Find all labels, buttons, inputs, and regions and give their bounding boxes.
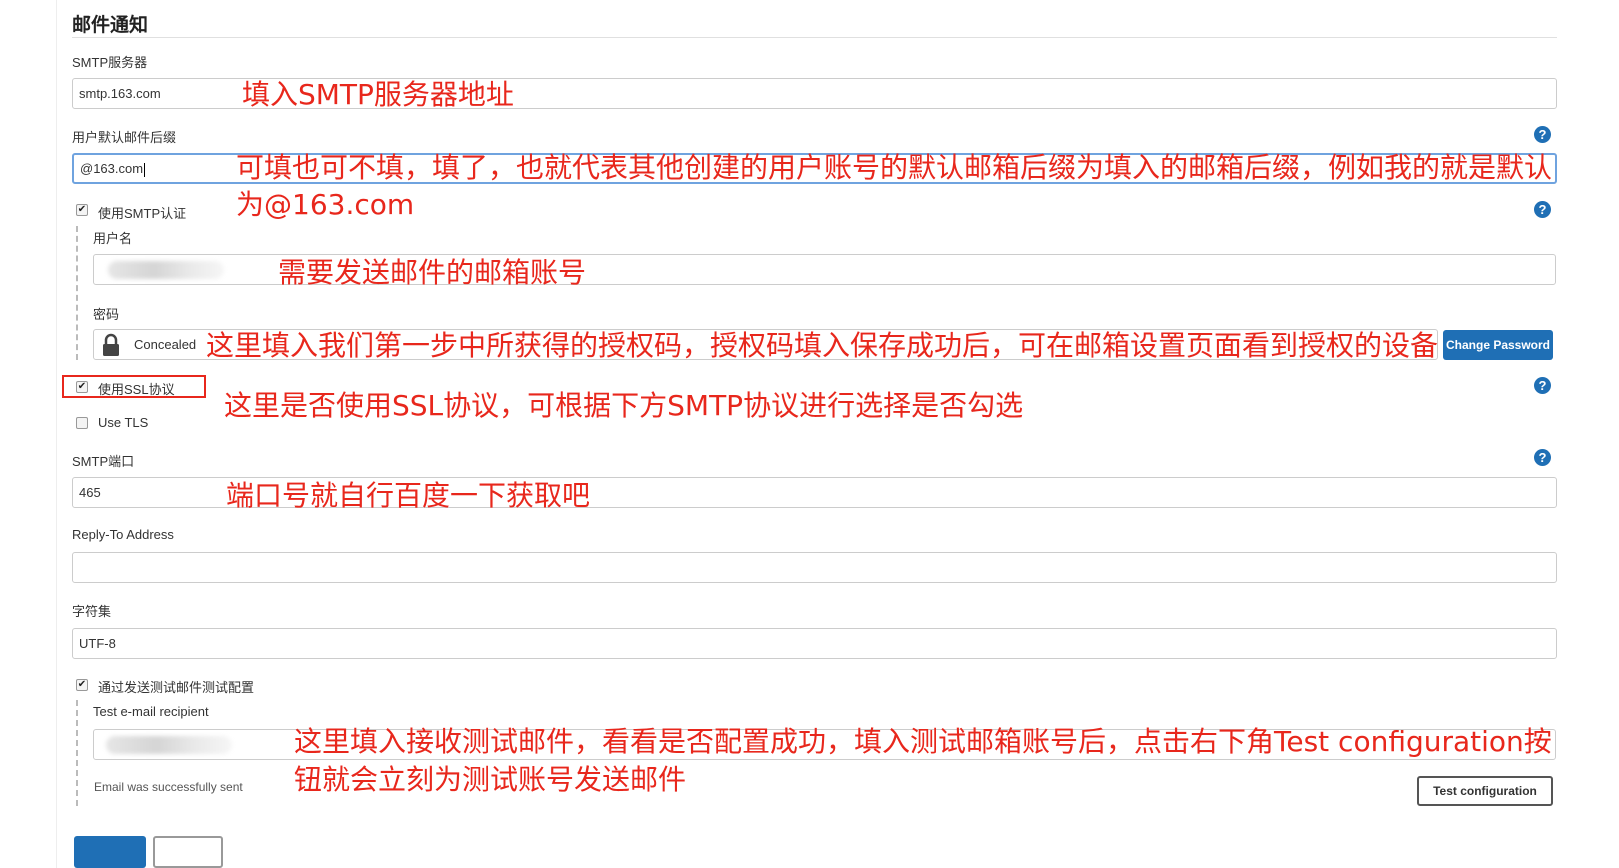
test-group-border bbox=[76, 700, 78, 806]
help-icon[interactable]: ? bbox=[1534, 377, 1551, 394]
ssl-checkbox[interactable]: ✔ bbox=[76, 381, 88, 393]
smtp-auth-label: 使用SMTP认证 bbox=[98, 206, 187, 221]
username-label: 用户名 bbox=[93, 231, 133, 246]
annotation-test-line2: 钮就会立刻为测试账号发送邮件 bbox=[294, 763, 687, 796]
annotation-smtp-server: 填入SMTP服务器地址 bbox=[242, 78, 514, 111]
save-button[interactable] bbox=[74, 836, 146, 868]
help-icon[interactable]: ? bbox=[1534, 449, 1551, 466]
smtp-server-label: SMTP服务器 bbox=[72, 55, 148, 70]
test-configuration-button[interactable]: Test configuration bbox=[1417, 776, 1553, 806]
smtp-port-value: 465 bbox=[79, 485, 101, 500]
redacted-recipient bbox=[106, 736, 232, 754]
test-recipient-label: Test e-mail recipient bbox=[93, 704, 209, 719]
default-suffix-value: @163.com bbox=[80, 161, 144, 176]
annotation-username: 需要发送邮件的邮箱账号 bbox=[278, 256, 587, 289]
ssl-label: 使用SSL协议 bbox=[98, 382, 175, 397]
tls-label: Use TLS bbox=[98, 415, 149, 430]
reply-to-label: Reply-To Address bbox=[72, 527, 174, 542]
annotation-suffix-line1: 可填也可不填，填了，也就代表其他创建的用户账号的默认邮箱后缀为填入的邮箱后缀，例… bbox=[236, 151, 1553, 184]
section-divider bbox=[72, 37, 1557, 38]
annotation-port: 端口号就自行百度一下获取吧 bbox=[226, 479, 591, 512]
section-title: 邮件通知 bbox=[72, 15, 149, 36]
redacted-username bbox=[108, 261, 224, 279]
annotation-password: 这里填入我们第一步中所获得的授权码，授权码填入保存成功后，可在邮箱设置页面看到授… bbox=[206, 329, 1439, 362]
charset-input[interactable]: UTF-8 bbox=[72, 628, 1557, 659]
annotation-suffix-line2: 为@163.com bbox=[236, 188, 415, 221]
help-icon[interactable]: ? bbox=[1534, 126, 1551, 143]
checkmark-icon: ✔ bbox=[77, 381, 87, 392]
annotation-test-line1: 这里填入接收测试邮件，看看是否配置成功，填入测试邮箱账号后，点击右下角Test … bbox=[294, 725, 1552, 758]
help-icon[interactable]: ? bbox=[1534, 201, 1551, 218]
charset-value: UTF-8 bbox=[79, 636, 116, 651]
lock-icon bbox=[100, 333, 122, 357]
charset-label: 字符集 bbox=[72, 604, 112, 619]
smtp-port-label: SMTP端口 bbox=[72, 454, 135, 469]
test-mail-label: 通过发送测试邮件测试配置 bbox=[98, 680, 255, 695]
checkmark-icon: ✔ bbox=[77, 679, 87, 690]
smtp-auth-checkbox[interactable]: ✔ bbox=[76, 204, 88, 216]
default-suffix-label: 用户默认邮件后缀 bbox=[72, 130, 177, 145]
smtp-server-value: smtp.163.com bbox=[79, 86, 161, 101]
change-password-button[interactable]: Change Password bbox=[1443, 330, 1553, 360]
password-concealed-text: Concealed bbox=[134, 337, 197, 352]
left-gutter bbox=[0, 0, 57, 868]
tls-checkbox[interactable] bbox=[76, 417, 88, 429]
auth-group-border bbox=[76, 226, 78, 360]
apply-button[interactable] bbox=[153, 836, 223, 868]
checkmark-icon: ✔ bbox=[77, 204, 87, 215]
text-caret bbox=[144, 162, 146, 177]
test-mail-checkbox[interactable]: ✔ bbox=[76, 679, 88, 691]
reply-to-input[interactable] bbox=[72, 552, 1557, 583]
test-status-text: Email was successfully sent bbox=[94, 780, 243, 794]
password-label: 密码 bbox=[93, 307, 120, 322]
annotation-ssl: 这里是否使用SSL协议，可根据下方SMTP协议进行选择是否勾选 bbox=[224, 389, 1024, 422]
